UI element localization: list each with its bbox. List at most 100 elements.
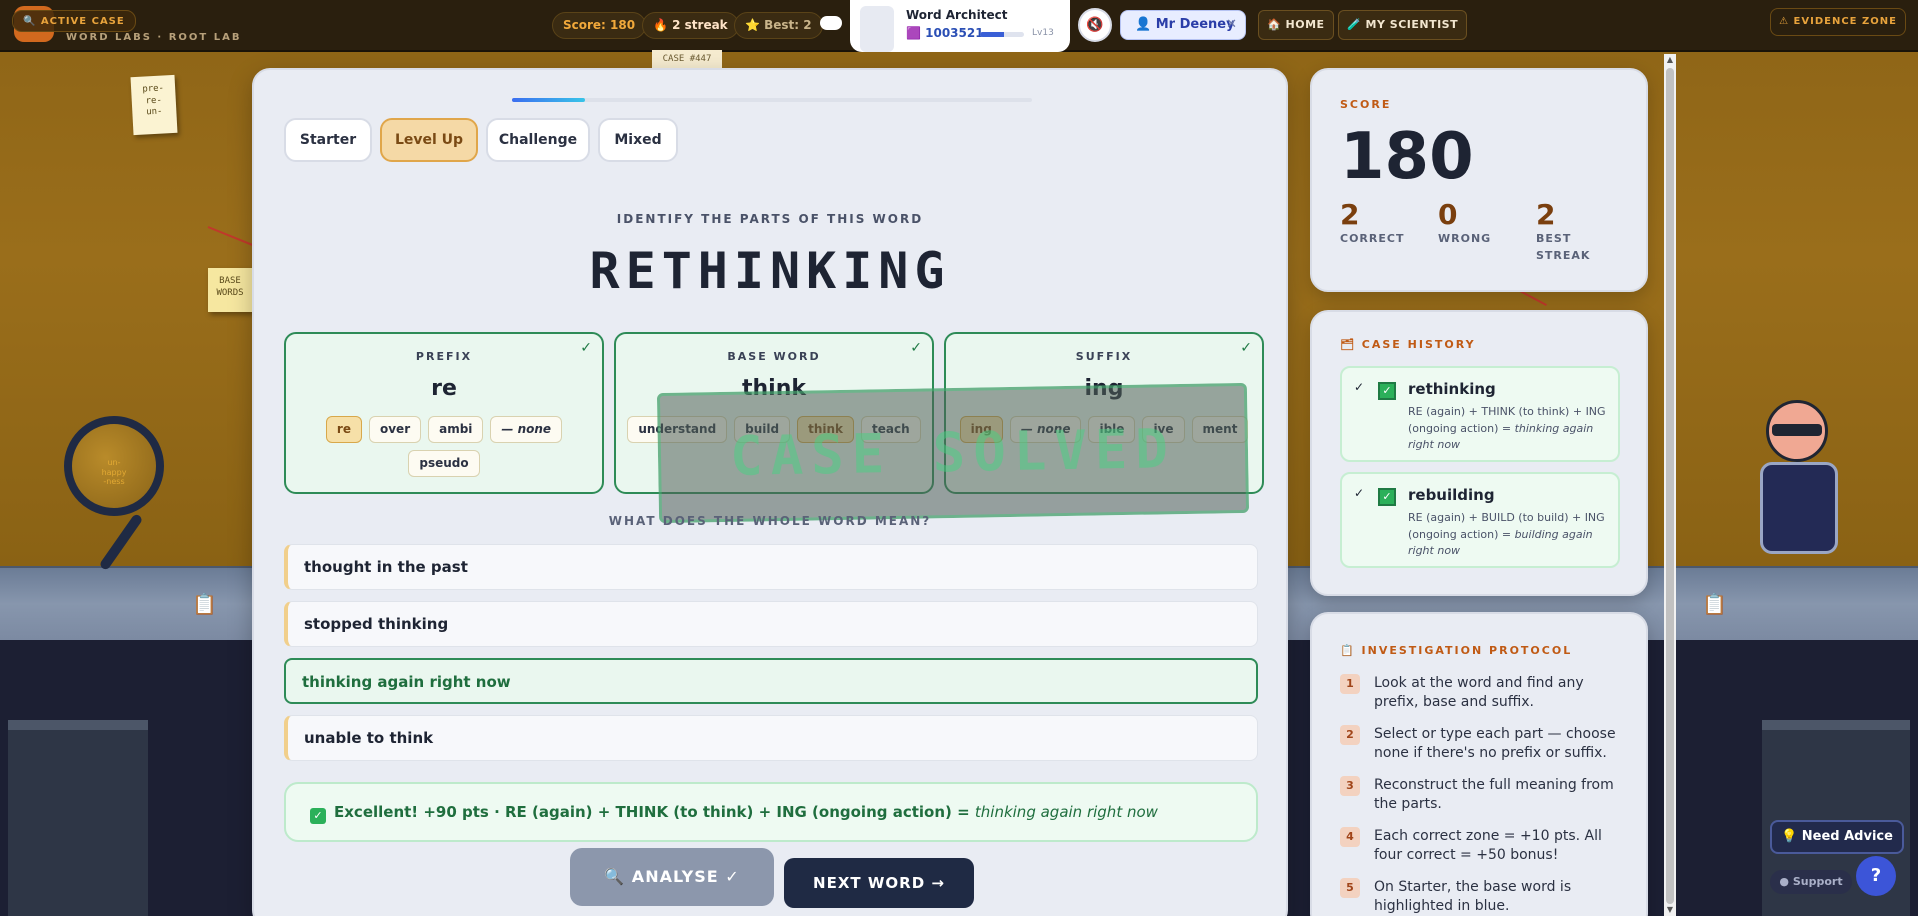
best-streak-stat: 2 BEST STREAK: [1536, 198, 1590, 264]
correct-label: CORRECT: [1340, 232, 1405, 245]
step-number: 4: [1340, 827, 1360, 847]
tab-challenge[interactable]: Challenge: [486, 118, 590, 162]
locker-left: [8, 720, 148, 916]
help-button[interactable]: ?: [1856, 856, 1896, 896]
profile-card[interactable]: Word Architect 🟪 1003521 Lv13: [850, 0, 1070, 52]
history-word: rethinking: [1408, 380, 1496, 398]
tab-level-up[interactable]: Level Up: [380, 118, 478, 162]
score-value: 180: [1340, 120, 1474, 194]
page-scrollbar[interactable]: ▲ ▼: [1664, 54, 1676, 916]
best-streak-label: BEST STREAK: [1536, 232, 1591, 262]
main-panel: Starter Level Up Challenge Mixed IDENTIF…: [252, 68, 1288, 916]
score-panel: SCORE 180 2 CORRECT 0 WRONG 2 BEST STREA…: [1310, 68, 1648, 292]
scientist-avatar[interactable]: [1752, 400, 1842, 558]
tick-icon: ✓: [1354, 486, 1365, 500]
wrong-count: 0: [1438, 198, 1458, 231]
clipboard-icon: 📋: [192, 592, 217, 616]
case-history-panel: 🗂 CASE HISTORY ✓ ✓ rethinking RE (again)…: [1310, 310, 1648, 596]
scroll-down-arrow[interactable]: ▼: [1664, 904, 1676, 916]
wrong-stat: 0 WRONG: [1438, 198, 1491, 248]
round-progress-bar: [512, 98, 1032, 102]
tab-mixed[interactable]: Mixed: [598, 118, 678, 162]
close-icon[interactable]: ✕: [1226, 11, 1237, 39]
active-case-badge: 🔍 ACTIVE CASE: [12, 10, 136, 32]
sound-toggle-button[interactable]: 🔇: [1078, 8, 1112, 42]
feedback-text: Excellent! +90 pts · RE (again) + THINK …: [334, 803, 975, 821]
scroll-up-arrow[interactable]: ▲: [1664, 54, 1676, 66]
profile-name: Word Architect: [906, 8, 1008, 22]
sticky-note-prefixes: pre- re- un-: [130, 74, 178, 136]
speaker-icon: 🔇: [1086, 17, 1104, 33]
round-progress-fill: [512, 98, 585, 102]
history-word: rebuilding: [1408, 486, 1495, 504]
answer-option[interactable]: stopped thinking: [284, 601, 1258, 647]
meaning-question: WHAT DOES THE WHOLE WORD MEAN?: [608, 514, 932, 528]
prefix-zone: ✓ PREFIX re re over ambi — none pseudo: [284, 332, 604, 494]
feedback-meaning: thinking again right now: [974, 803, 1158, 821]
step-number: 5: [1340, 878, 1360, 898]
home-button[interactable]: 🏠 HOME: [1258, 10, 1334, 40]
app-subtitle: WORD LABS · ROOT LAB: [66, 32, 242, 43]
answer-option-correct[interactable]: thinking again right now: [284, 658, 1258, 704]
check-icon: ✓: [310, 808, 326, 824]
zone-value: re: [431, 376, 457, 401]
teacher-name: Mr Deeney: [1155, 17, 1235, 32]
option-chip[interactable]: over: [368, 416, 422, 443]
wrong-label: WRONG: [1438, 232, 1492, 245]
magnifier-text: un- happy -ness: [101, 458, 127, 487]
answer-option[interactable]: unable to think: [284, 715, 1258, 761]
option-chip[interactable]: ambi: [428, 416, 484, 443]
target-word: RETHINKING: [589, 242, 951, 300]
my-scientist-button[interactable]: 🧪 MY SCIENTIST: [1338, 10, 1468, 40]
sticky-note-text: pre- re- un-: [142, 83, 165, 118]
history-item[interactable]: ✓ ✓ rebuilding RE (again) + BUILD (to bu…: [1340, 472, 1620, 568]
level-progress-bar: [980, 32, 1024, 37]
protocol-title: 📋 INVESTIGATION PROTOCOL: [1340, 644, 1573, 657]
correct-stat: 2 CORRECT: [1340, 198, 1404, 248]
tab-starter[interactable]: Starter: [284, 118, 372, 162]
streak-pill: 🔥 2 streak: [642, 12, 739, 39]
option-chip[interactable]: — none: [490, 416, 563, 443]
best-pill: ⭐ Best: 2: [734, 12, 823, 39]
checkbox-icon: ✓: [1378, 382, 1396, 400]
scroll-thumb[interactable]: [1666, 68, 1674, 904]
support-button[interactable]: ● Support: [1770, 870, 1852, 894]
step-text: Each correct zone = +10 pts. All four co…: [1374, 828, 1602, 863]
option-chip[interactable]: pseudo: [408, 450, 480, 477]
answer-option[interactable]: thought in the past: [284, 544, 1258, 590]
history-formula: RE (again) + THINK (to think) + ING (ong…: [1408, 404, 1614, 454]
sticky-note-text: BASE WORDS: [216, 276, 244, 298]
zone-label: BASE WORD: [727, 350, 821, 363]
profile-id: 🟪 1003521: [906, 26, 984, 40]
sunglasses-icon: [1772, 424, 1822, 436]
prefix-options: re over ambi — none pseudo: [296, 416, 592, 477]
option-chip[interactable]: re: [325, 416, 362, 443]
profile-avatar: [860, 6, 894, 52]
investigation-protocol-panel: 📋 INVESTIGATION PROTOCOL 1 Look at the wo…: [1310, 612, 1648, 916]
score-label: SCORE: [1340, 98, 1392, 111]
clipboard-icon: 📋: [1702, 592, 1727, 616]
case-tag: CASE #447: [652, 50, 722, 68]
evidence-zone-button[interactable]: ⚠ EVIDENCE ZONE: [1770, 8, 1906, 36]
step-text: Reconstruct the full meaning from the pa…: [1374, 777, 1614, 812]
scientist-body: [1760, 462, 1838, 554]
zone-label: SUFFIX: [1075, 350, 1133, 363]
step-number: 1: [1340, 674, 1360, 694]
step-number: 2: [1340, 725, 1360, 745]
need-advice-button[interactable]: 💡 Need Advice: [1770, 820, 1904, 854]
zone-label: PREFIX: [415, 350, 473, 363]
step-number: 3: [1340, 776, 1360, 796]
step-text: Select or type each part — choose none i…: [1374, 726, 1616, 761]
next-word-button[interactable]: NEXT WORD →: [784, 858, 974, 908]
step-text: On Starter, the base word is highlighted…: [1374, 879, 1572, 914]
profile-id-value: 1003521: [925, 26, 984, 40]
magnifier-decoration: un- happy -ness: [64, 416, 164, 516]
analyse-button[interactable]: 🔍 ANALYSE ✓: [570, 848, 774, 906]
tick-icon: ✓: [1354, 380, 1365, 394]
level-progress-fill: [980, 32, 1005, 37]
instruction-text: IDENTIFY THE PARTS OF THIS WORD: [616, 212, 924, 226]
case-solved-stamp: CASE SOLVED: [656, 382, 1250, 524]
theme-toggle[interactable]: [820, 16, 842, 30]
history-item[interactable]: ✓ ✓ rethinking RE (again) + THINK (to th…: [1340, 366, 1620, 462]
teacher-button[interactable]: 👤 Mr Deeney ✕: [1120, 10, 1246, 40]
